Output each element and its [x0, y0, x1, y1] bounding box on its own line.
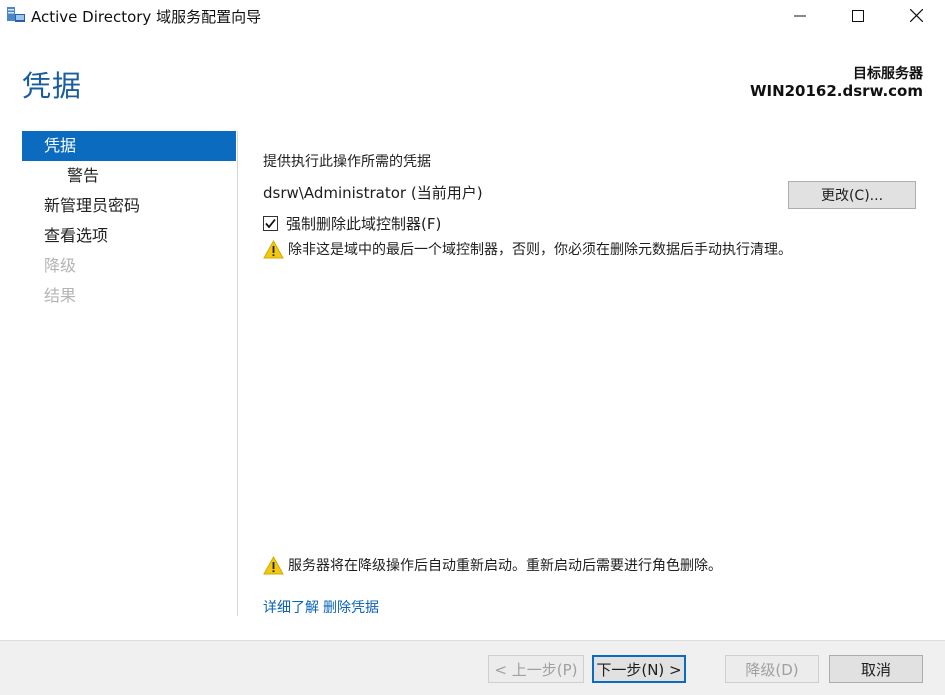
wizard-content: 凭据 目标服务器 WIN20162.dsrw.com 凭据 警告 新管理员密码 …: [0, 31, 945, 640]
remove-credentials-link[interactable]: 删除凭据: [323, 600, 379, 616]
minimize-button[interactable]: [770, 0, 830, 31]
checkmark-icon: [265, 218, 276, 228]
maximize-icon: [852, 9, 864, 22]
nav-item-credentials[interactable]: 凭据: [22, 131, 236, 161]
force-remove-row[interactable]: 强制删除此域控制器(F): [263, 213, 441, 233]
help-links: 详细了解 删除凭据: [263, 597, 383, 617]
nav-item-new-admin-password[interactable]: 新管理员密码: [22, 191, 236, 221]
nav-item-demotion: 降级: [44, 256, 77, 275]
restart-warning: 服务器将在降级操作后自动重新启动。重新启动后需要进行角色删除。: [263, 555, 722, 575]
window-title: Active Directory 域服务配置向导: [31, 8, 262, 26]
nav-item-results: 结果: [44, 286, 77, 305]
restart-warning-text: 服务器将在降级操作后自动重新启动。重新启动后需要进行角色删除。: [288, 558, 722, 574]
cleanup-warning-text: 除非这是域中的最后一个域控制器，否则，你必须在删除元数据后手动执行清理。: [288, 242, 792, 258]
change-credentials-button[interactable]: 更改(C)...: [788, 181, 916, 209]
page-title: 凭据: [22, 69, 83, 103]
force-remove-checkbox[interactable]: [263, 215, 278, 231]
next-button[interactable]: 下一步(N) >: [592, 655, 686, 683]
nav-item-warnings[interactable]: 警告: [22, 161, 236, 191]
cancel-button[interactable]: 取消: [829, 655, 923, 683]
learn-more-link[interactable]: 详细了解: [263, 600, 319, 616]
close-icon: [909, 9, 923, 22]
cleanup-warning: 除非这是域中的最后一个域控制器，否则，你必须在删除元数据后手动执行清理。: [263, 239, 792, 259]
title-bar: Active Directory 域服务配置向导: [0, 0, 945, 31]
warning-icon: [263, 555, 284, 574]
nav-divider: [237, 131, 238, 616]
wizard-footer: < 上一步(P) 下一步(N) > 降级(D) 取消: [0, 640, 945, 695]
nav-item-review-options[interactable]: 查看选项: [22, 221, 236, 251]
maximize-button[interactable]: [828, 0, 888, 31]
previous-button[interactable]: < 上一步(P): [488, 655, 584, 683]
wizard-nav: 凭据 警告 新管理员密码 查看选项 降级 结果: [22, 131, 236, 311]
warning-icon: [263, 239, 284, 258]
credentials-heading: 提供执行此操作所需的凭据: [263, 154, 431, 170]
force-remove-label[interactable]: 强制删除此域控制器(F): [286, 213, 441, 234]
current-user: dsrw\Administrator (当前用户): [263, 184, 483, 202]
close-button[interactable]: [886, 0, 945, 31]
minimize-icon: [794, 15, 806, 16]
server-tool-icon: [6, 6, 26, 24]
main-panel: 提供执行此操作所需的凭据 dsrw\Administrator (当前用户) 更…: [263, 31, 923, 640]
demote-button[interactable]: 降级(D): [725, 655, 819, 683]
